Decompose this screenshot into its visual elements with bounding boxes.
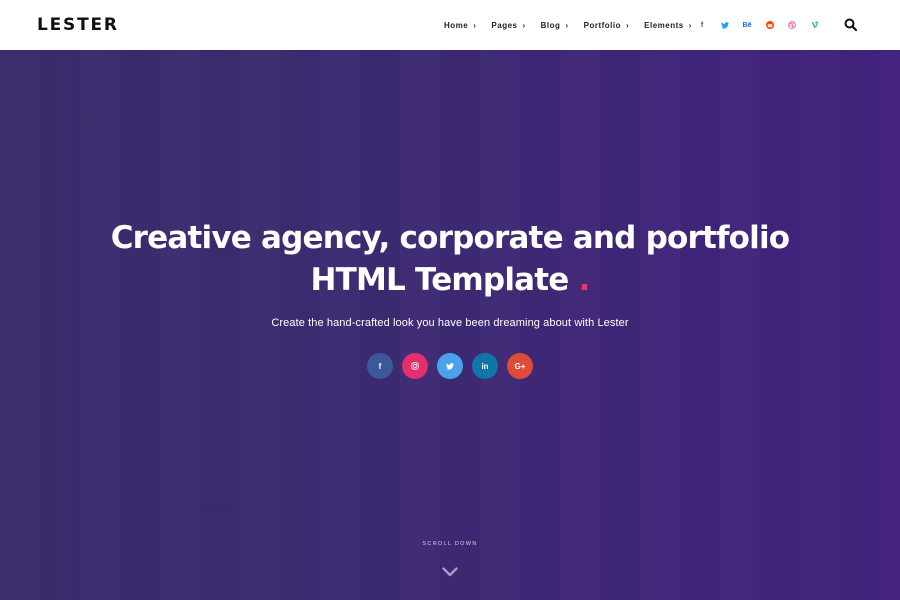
behance-icon[interactable]: Bē (738, 16, 756, 34)
chevron-right-icon: › (688, 20, 692, 30)
scroll-down-label[interactable]: SCROLL DOWN (0, 541, 900, 547)
google-plus-icon[interactable]: G+ (507, 353, 533, 379)
facebook-icon[interactable]: f (693, 16, 711, 34)
hero-section: Creative agency, corporate and portfolio… (0, 50, 900, 600)
chevron-right-icon: › (522, 20, 526, 30)
hero-social-links: f in G+ (367, 353, 542, 379)
chevron-right-icon: › (626, 20, 630, 30)
nav-item-label: Elements (644, 20, 684, 30)
header-social-links: f Bē (693, 0, 828, 50)
nav-item-pages[interactable]: Pages › (491, 21, 525, 30)
hero-title: Creative agency, corporate and portfolio… (0, 217, 900, 301)
linkedin-icon[interactable]: in (472, 353, 498, 379)
hero-subtitle: Create the hand-crafted look you have be… (271, 317, 629, 329)
main-nav: Home › Pages › Blog › Portfolio › Elemen… (444, 0, 707, 50)
nav-item-portfolio[interactable]: Portfolio › (584, 21, 630, 30)
hero-title-line-1: Creative agency, corporate and portfolio (110, 220, 790, 256)
nav-item-label: Portfolio (583, 20, 621, 30)
chevron-right-icon: › (565, 20, 569, 30)
reddit-icon[interactable] (761, 16, 779, 34)
nav-item-blog[interactable]: Blog › (541, 21, 569, 30)
dribbble-icon[interactable] (783, 16, 801, 34)
chevron-down-icon[interactable] (442, 567, 458, 577)
facebook-icon[interactable]: f (367, 353, 393, 379)
nav-item-elements[interactable]: Elements › (644, 21, 692, 30)
nav-item-label: Pages (491, 20, 518, 30)
chevron-right-icon: › (473, 20, 477, 30)
hero-title-accent-dot: . (578, 262, 591, 298)
site-logo[interactable]: LESTER (37, 15, 119, 35)
hero-title-line-2: HTML Template (310, 262, 569, 298)
instagram-icon[interactable] (402, 353, 428, 379)
search-icon[interactable] (843, 17, 859, 33)
twitter-icon[interactable] (437, 353, 463, 379)
nav-item-home[interactable]: Home › (444, 21, 476, 30)
nav-item-label: Home (444, 20, 469, 30)
nav-item-label: Blog (540, 20, 561, 30)
vine-icon[interactable] (806, 16, 824, 34)
twitter-icon[interactable] (716, 16, 734, 34)
site-header: LESTER Home › Pages › Blog › Portfolio ›… (0, 0, 900, 50)
